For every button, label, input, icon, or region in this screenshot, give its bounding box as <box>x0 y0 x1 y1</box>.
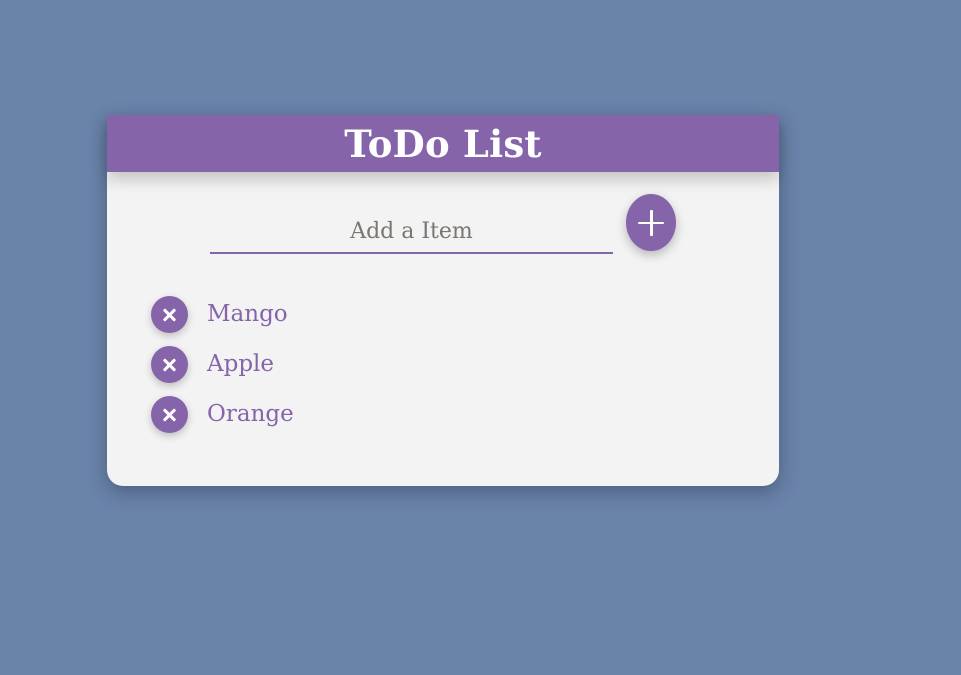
remove-item-button[interactable] <box>151 396 188 433</box>
close-icon <box>163 408 177 422</box>
remove-item-button[interactable] <box>151 296 188 333</box>
plus-icon <box>638 209 664 236</box>
close-icon <box>163 358 177 372</box>
add-item-input[interactable] <box>210 212 613 250</box>
add-item-field <box>210 212 613 254</box>
add-item-button[interactable] <box>626 194 676 251</box>
remove-item-button[interactable] <box>151 346 188 383</box>
list-item-label: Mango <box>207 301 288 327</box>
list-item: Orange <box>151 396 294 446</box>
card-header: ToDo List <box>107 115 779 172</box>
page-title: ToDo List <box>344 122 542 166</box>
list-item: Mango <box>151 296 294 346</box>
todo-card: ToDo List Mango Apple Orange <box>107 115 779 486</box>
todo-list: Mango Apple Orange <box>151 296 294 446</box>
close-icon <box>163 308 177 322</box>
list-item-label: Orange <box>207 401 294 427</box>
list-item: Apple <box>151 346 294 396</box>
list-item-label: Apple <box>207 351 275 377</box>
